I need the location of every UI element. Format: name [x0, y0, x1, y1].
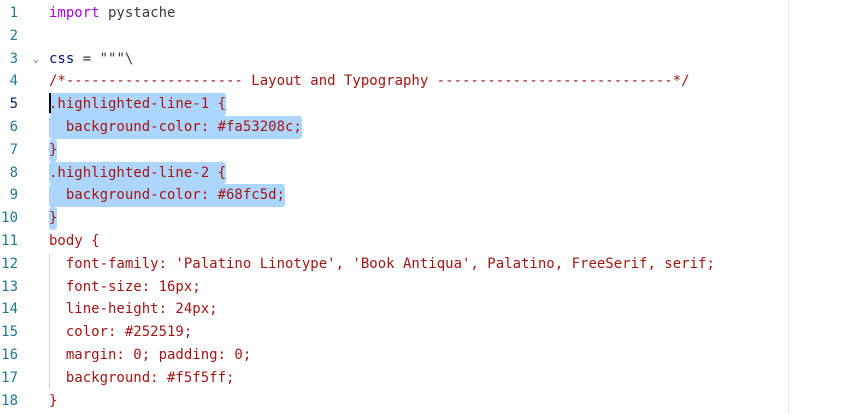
code-line[interactable]: font-family: 'Palatino Linotype', 'Book … — [49, 253, 790, 276]
code-line[interactable]: /*--------------------- Layout and Typog… — [49, 70, 790, 93]
line-number: 11 — [1, 232, 18, 249]
text-cursor — [49, 93, 51, 113]
line-number: 18 — [1, 392, 18, 409]
line-number: 3 ⌄ — [0, 48, 46, 71]
line-number: 15 — [1, 324, 18, 341]
assignment: = """\ — [74, 50, 134, 67]
minimap-border — [788, 0, 789, 414]
selected-text: .highlighted-line-1 { — [49, 93, 227, 116]
code-line-selected[interactable]: background-color: #fa53208c; — [49, 115, 790, 139]
line-number: 7 — [9, 141, 18, 158]
line-number: 4 — [9, 73, 18, 90]
code-line[interactable]: } — [49, 390, 790, 413]
line-number: 6 — [9, 118, 18, 135]
code-area[interactable]: import pystache css = """\ /*-----------… — [49, 2, 790, 412]
code-line[interactable]: import pystache — [49, 2, 790, 25]
code-line[interactable]: body { — [49, 230, 790, 253]
keyword-import: import — [49, 5, 100, 21]
module-name: pystache — [99, 5, 176, 21]
selected-text: .highlighted-line-2 { — [49, 161, 227, 185]
line-number: 5 — [9, 96, 18, 113]
selected-text: } — [49, 138, 58, 162]
selected-text: background-color: #fa53208c; — [49, 115, 302, 139]
code-editor[interactable]: 1 2 3 ⌄ 4 5 6 7 8 9 10 11 12 13 14 15 16… — [0, 0, 856, 414]
line-number: 17 — [1, 369, 18, 386]
line-number-gutter: 1 2 3 ⌄ 4 5 6 7 8 9 10 11 12 13 14 15 16… — [0, 2, 46, 412]
code-line-selected[interactable]: } — [49, 207, 790, 230]
code-line[interactable]: color: #252519; — [49, 321, 790, 344]
line-number: 16 — [1, 346, 18, 363]
line-number: 14 — [1, 301, 18, 318]
selected-text: } — [49, 207, 58, 230]
line-number: 10 — [1, 210, 18, 227]
variable-css: css — [49, 50, 75, 67]
code-line[interactable] — [49, 25, 790, 48]
line-number: 8 — [9, 164, 18, 181]
code-line[interactable]: margin: 0; padding: 0; — [49, 344, 790, 367]
code-line[interactable]: font-size: 16px; — [49, 276, 790, 299]
code-line-selected[interactable]: background-color: #68fc5d; — [49, 184, 790, 208]
line-number: 1 — [9, 5, 18, 21]
chevron-down-icon[interactable]: ⌄ — [29, 53, 39, 64]
line-number-text: 3 — [9, 50, 18, 67]
code-line-selected[interactable]: } — [49, 138, 790, 162]
code-line-selected[interactable]: .highlighted-line-1 { — [49, 93, 790, 116]
code-line[interactable]: background: #f5f5ff; — [49, 367, 790, 390]
line-number: 13 — [1, 278, 18, 295]
code-line-selected[interactable]: .highlighted-line-2 { — [49, 161, 790, 185]
selected-text: background-color: #68fc5d; — [49, 184, 286, 208]
line-number: 2 — [9, 27, 18, 44]
code-line[interactable]: line-height: 24px; — [49, 298, 790, 321]
line-number: 9 — [9, 187, 18, 204]
line-number: 12 — [1, 255, 18, 272]
code-line[interactable]: css = """\ — [49, 48, 790, 71]
